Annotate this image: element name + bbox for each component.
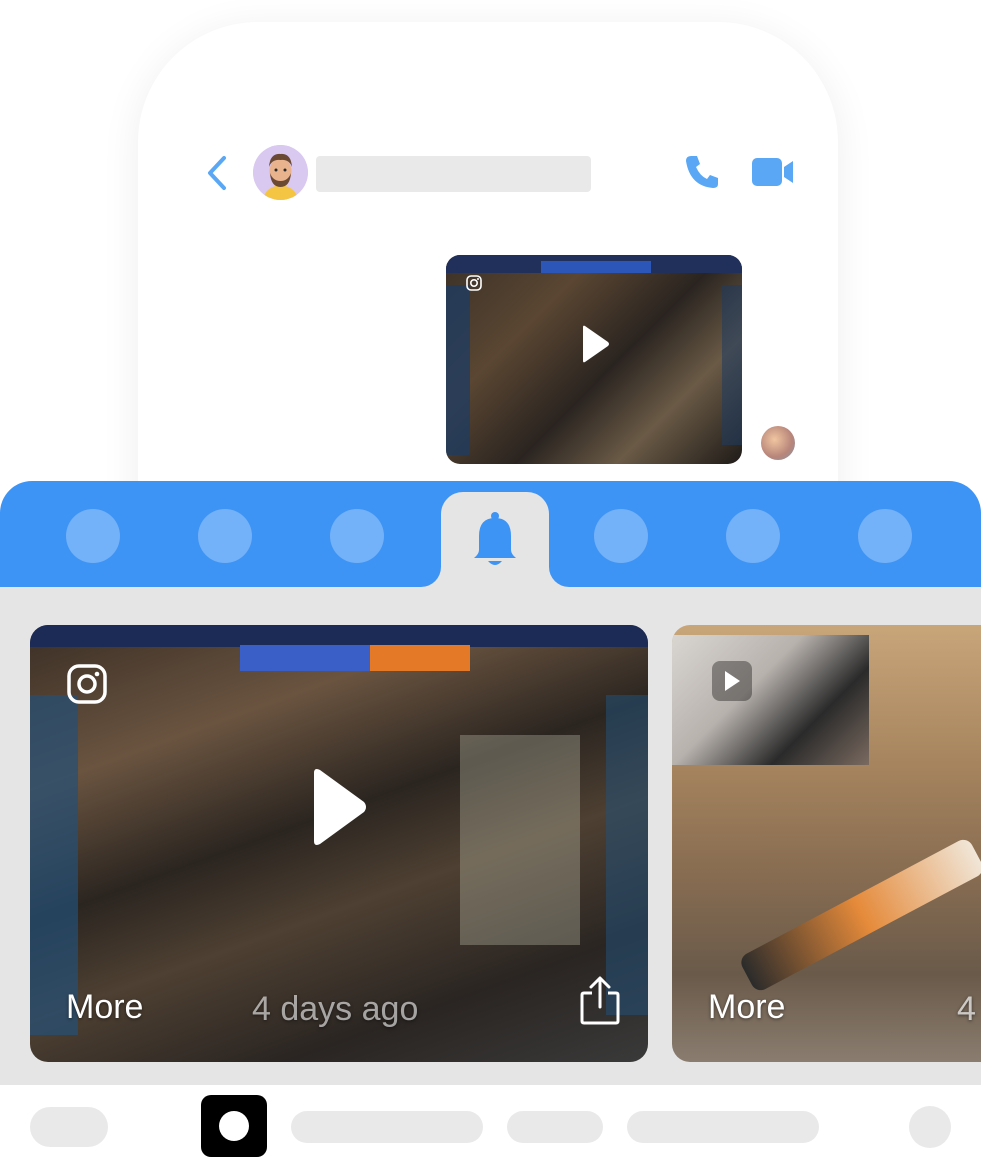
call-button[interactable] — [682, 152, 722, 192]
toolbar-placeholder-3[interactable] — [507, 1111, 603, 1143]
play-icon — [725, 671, 740, 691]
play-icon — [583, 325, 609, 363]
back-button[interactable] — [200, 152, 234, 194]
tab-7[interactable] — [858, 509, 912, 563]
video-scene-window — [460, 735, 580, 945]
tab-notifications[interactable] — [441, 492, 549, 587]
tab-6[interactable] — [726, 509, 780, 563]
video-card[interactable]: More 4 days ago — [30, 625, 648, 1062]
share-icon[interactable] — [578, 975, 622, 1027]
tab-5[interactable] — [594, 509, 648, 563]
bottom-toolbar — [0, 1085, 981, 1171]
play-button[interactable] — [712, 661, 752, 701]
tab-2[interactable] — [198, 509, 252, 563]
toolbar-placeholder-2[interactable] — [291, 1111, 483, 1143]
contact-avatar[interactable] — [253, 145, 308, 200]
bell-icon — [474, 511, 516, 565]
video-hud-score — [541, 261, 651, 273]
video-hud-left — [30, 695, 78, 1035]
record-dot-icon — [219, 1111, 249, 1141]
toolbar-placeholder-4[interactable] — [627, 1111, 819, 1143]
avatar-illustration — [253, 145, 308, 200]
video-hud-right — [606, 695, 648, 1015]
post-date: 4 days ago — [252, 990, 419, 1028]
read-receipt-avatar — [761, 426, 795, 460]
more-button[interactable]: More — [66, 988, 143, 1027]
video-card[interactable]: More 4 — [672, 625, 981, 1062]
post-date: 4 — [957, 990, 976, 1028]
tab-1[interactable] — [66, 509, 120, 563]
instagram-icon — [466, 275, 482, 291]
contact-name-placeholder — [316, 156, 591, 192]
video-hud-bar — [30, 625, 648, 647]
chevron-left-icon — [208, 156, 226, 190]
video-hud-right — [722, 285, 742, 445]
video-call-button[interactable] — [750, 154, 796, 190]
tab-3[interactable] — [330, 509, 384, 563]
reaction-tab-bar — [0, 481, 981, 587]
phone-icon — [686, 156, 718, 188]
toolbar-placeholder-5[interactable] — [909, 1106, 951, 1148]
more-button[interactable]: More — [708, 988, 785, 1027]
instagram-icon — [67, 664, 107, 704]
video-scene-rifle — [737, 836, 981, 994]
capture-button[interactable] — [201, 1095, 267, 1157]
media-carousel: More 4 days ago More 4 — [0, 587, 981, 1085]
webcam-overlay — [672, 635, 869, 765]
video-camera-icon — [752, 158, 793, 186]
play-icon[interactable] — [308, 767, 368, 847]
message-video-thumbnail[interactable] — [446, 255, 742, 464]
video-hud-score-opponent — [370, 645, 470, 671]
toolbar-placeholder-1[interactable] — [30, 1107, 108, 1147]
video-hud-left — [446, 285, 470, 455]
